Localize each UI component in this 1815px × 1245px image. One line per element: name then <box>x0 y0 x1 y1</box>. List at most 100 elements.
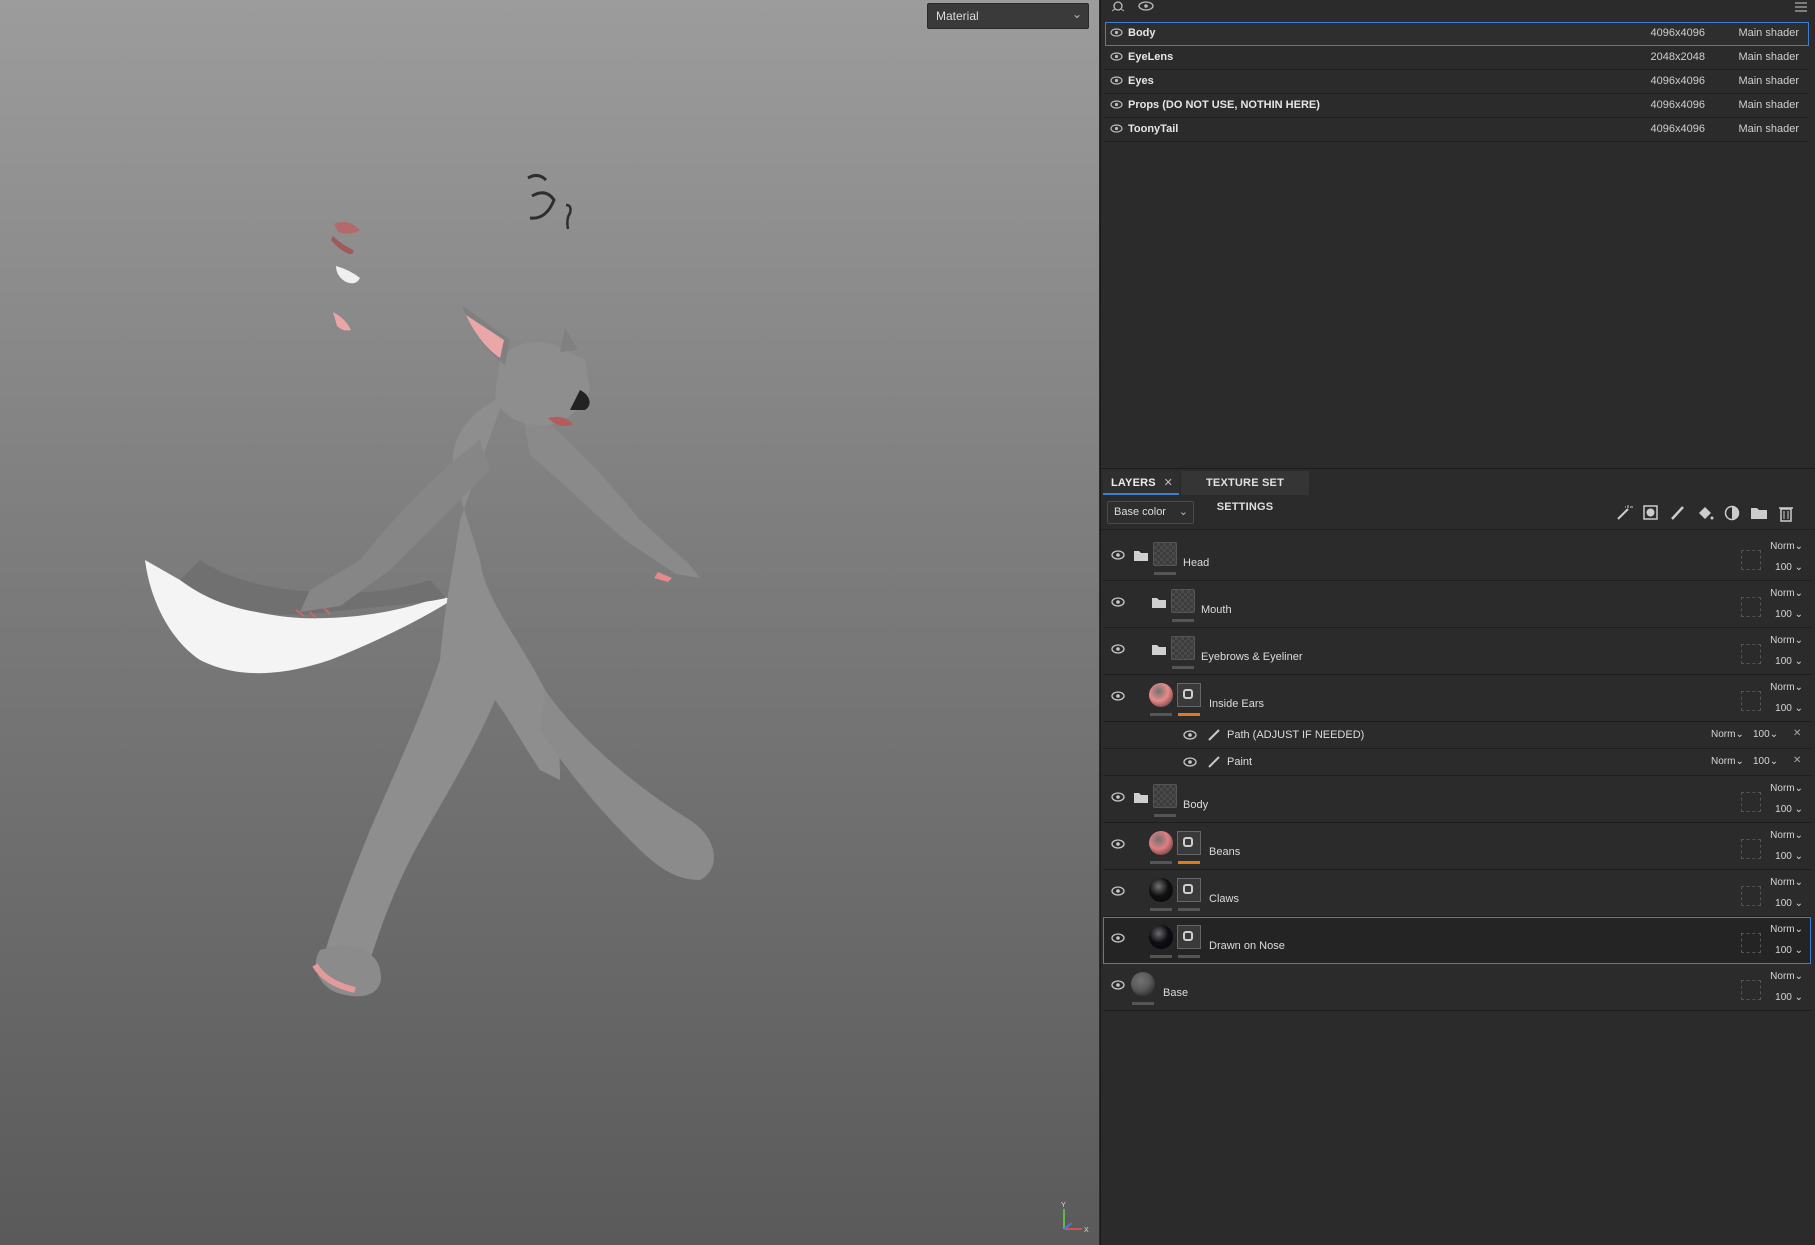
mask-thumbnail[interactable] <box>1177 683 1201 707</box>
texture-set-shader[interactable]: Main shader <box>1738 22 1799 45</box>
eye-icon[interactable] <box>1110 76 1123 85</box>
texture-set-row[interactable]: Props (DO NOT USE, NOTHIN HERE) 4096x4096… <box>1105 94 1809 118</box>
fill-bucket-icon[interactable] <box>1696 504 1714 522</box>
opacity-select[interactable]: 100 ⌄ <box>1775 898 1803 909</box>
magic-wand-icon[interactable] <box>1615 504 1633 522</box>
folder-icon[interactable] <box>1750 504 1768 522</box>
fox-model-render[interactable] <box>0 0 1099 1245</box>
blend-mode-select[interactable]: Norm⌄ <box>1770 924 1803 935</box>
tab-texture-set-settings[interactable]: TEXTURE SET SETTINGS <box>1181 471 1309 513</box>
eye-icon[interactable] <box>1110 28 1123 37</box>
opacity-value: 100 <box>1775 703 1792 714</box>
texture-set-shader[interactable]: Main shader <box>1738 46 1799 69</box>
folder-icon[interactable] <box>1151 643 1167 656</box>
channel-select[interactable]: Base color ⌄ <box>1107 501 1194 524</box>
effect-row[interactable]: Paint Norm⌄ 100⌄ ✕ <box>1103 749 1811 776</box>
layer-row[interactable]: Inside Ears Norm⌄ 100 ⌄ <box>1103 675 1811 722</box>
texture-set-row[interactable]: Body 4096x4096 Main shader <box>1105 22 1809 46</box>
layer-row[interactable]: Body Norm⌄ 100 ⌄ <box>1103 776 1811 823</box>
opacity-select[interactable]: 100 ⌄ <box>1775 851 1803 862</box>
folder-icon[interactable] <box>1151 596 1167 609</box>
eye-icon[interactable] <box>1110 100 1123 109</box>
eye-icon[interactable] <box>1111 644 1125 654</box>
texture-set-name: EyeLens <box>1128 51 1174 63</box>
menu-icon[interactable] <box>1794 1 1808 13</box>
blend-mode-select[interactable]: Norm⌄ <box>1770 971 1803 982</box>
layer-row[interactable]: Head Norm⌄ 100 ⌄ <box>1103 534 1811 581</box>
opacity-select[interactable]: 100 ⌄ <box>1775 609 1803 620</box>
texture-set-shader[interactable]: Main shader <box>1738 118 1799 141</box>
opacity-select[interactable]: 100 ⌄ <box>1775 992 1803 1003</box>
mask-thumbnail[interactable] <box>1177 925 1201 949</box>
layer-underline <box>1132 1002 1154 1005</box>
blend-mode-select[interactable]: Norm⌄ <box>1770 588 1803 599</box>
texture-set-shader[interactable]: Main shader <box>1738 94 1799 117</box>
texture-set-shader[interactable]: Main shader <box>1738 70 1799 93</box>
layer-mask-slot[interactable] <box>1741 550 1761 570</box>
opacity-select[interactable]: 100 ⌄ <box>1775 804 1803 815</box>
brush-icon[interactable] <box>1669 504 1687 522</box>
eye-icon[interactable] <box>1111 550 1125 560</box>
eye-icon[interactable] <box>1183 730 1197 740</box>
eye-icon[interactable] <box>1111 886 1125 896</box>
layer-mask-slot[interactable] <box>1741 597 1761 617</box>
layer-row[interactable]: Eyebrows & Eyeliner Norm⌄ 100 ⌄ <box>1103 628 1811 675</box>
effect-row[interactable]: Path (ADJUST IF NEEDED) Norm⌄ 100⌄ ✕ <box>1103 722 1811 749</box>
blend-mode-select[interactable]: Norm⌄ <box>1770 877 1803 888</box>
opacity-select[interactable]: 100⌄ <box>1753 729 1778 740</box>
opacity-select[interactable]: 100 ⌄ <box>1775 945 1803 956</box>
blend-mode-select[interactable]: Norm⌄ <box>1770 635 1803 646</box>
folder-open-icon[interactable] <box>1133 549 1149 562</box>
eye-icon[interactable] <box>1111 933 1125 943</box>
mask-thumbnail[interactable] <box>1177 878 1201 902</box>
folder-open-icon[interactable] <box>1133 791 1149 804</box>
eye-icon[interactable] <box>1111 792 1125 802</box>
layer-mask-slot[interactable] <box>1741 691 1761 711</box>
opacity-select[interactable]: 100 ⌄ <box>1775 703 1803 714</box>
layer-mask-slot[interactable] <box>1741 886 1761 906</box>
layer-row[interactable]: Mouth Norm⌄ 100 ⌄ <box>1103 581 1811 628</box>
mask-thumbnail[interactable] <box>1177 831 1201 855</box>
viewport-mode-select[interactable]: Material ⌄ <box>927 3 1089 29</box>
eye-icon[interactable] <box>1183 757 1197 767</box>
layer-mask-slot[interactable] <box>1741 980 1761 1000</box>
opacity-select[interactable]: 100 ⌄ <box>1775 562 1803 573</box>
blend-mode-select[interactable]: Norm⌄ <box>1711 756 1744 767</box>
trash-icon[interactable] <box>1777 504 1795 522</box>
eye-icon[interactable] <box>1110 124 1123 133</box>
opacity-value: 100 <box>1775 898 1792 909</box>
blend-mode-select[interactable]: Norm⌄ <box>1770 830 1803 841</box>
close-icon[interactable]: ✕ <box>1793 755 1801 766</box>
add-mask-icon[interactable] <box>1642 504 1660 522</box>
texture-set-row[interactable]: ToonyTail 4096x4096 Main shader <box>1105 118 1809 142</box>
eye-icon[interactable] <box>1111 839 1125 849</box>
close-icon[interactable]: ✕ <box>1793 728 1801 739</box>
texture-set-row[interactable]: EyeLens 2048x2048 Main shader <box>1105 46 1809 70</box>
eye-icon[interactable] <box>1137 1 1155 13</box>
layer-mask-slot[interactable] <box>1741 792 1761 812</box>
layer-row[interactable]: Drawn on Nose Norm⌄ 100 ⌄ <box>1103 917 1811 964</box>
layer-row[interactable]: Base Norm⌄ 100 ⌄ <box>1103 964 1811 1011</box>
eye-icon[interactable] <box>1111 597 1125 607</box>
layer-mask-slot[interactable] <box>1741 839 1761 859</box>
layer-row[interactable]: Claws Norm⌄ 100 ⌄ <box>1103 870 1811 917</box>
3d-viewport[interactable]: Material ⌄ Y X <box>0 0 1099 1245</box>
layer-mask-slot[interactable] <box>1741 933 1761 953</box>
tab-layers[interactable]: LAYERS ✕ <box>1103 471 1179 495</box>
texture-set-row[interactable]: Eyes 4096x4096 Main shader <box>1105 70 1809 94</box>
blend-mode-select[interactable]: Norm⌄ <box>1711 729 1744 740</box>
eye-icon[interactable] <box>1111 691 1125 701</box>
eye-icon[interactable] <box>1111 980 1125 990</box>
close-icon[interactable]: ✕ <box>1164 471 1173 495</box>
layer-mask-slot[interactable] <box>1741 644 1761 664</box>
blend-mode-select[interactable]: Norm⌄ <box>1770 541 1803 552</box>
eye-icon[interactable] <box>1110 52 1123 61</box>
blend-mode-select[interactable]: Norm⌄ <box>1770 783 1803 794</box>
opacity-select[interactable]: 100⌄ <box>1753 756 1778 767</box>
effect-icon[interactable] <box>1723 504 1741 522</box>
sync-view-icon[interactable] <box>1109 1 1127 13</box>
blend-mode-select[interactable]: Norm⌄ <box>1770 682 1803 693</box>
layer-row[interactable]: Beans Norm⌄ 100 ⌄ <box>1103 823 1811 870</box>
layer-name: Body <box>1183 799 1209 811</box>
opacity-select[interactable]: 100 ⌄ <box>1775 656 1803 667</box>
